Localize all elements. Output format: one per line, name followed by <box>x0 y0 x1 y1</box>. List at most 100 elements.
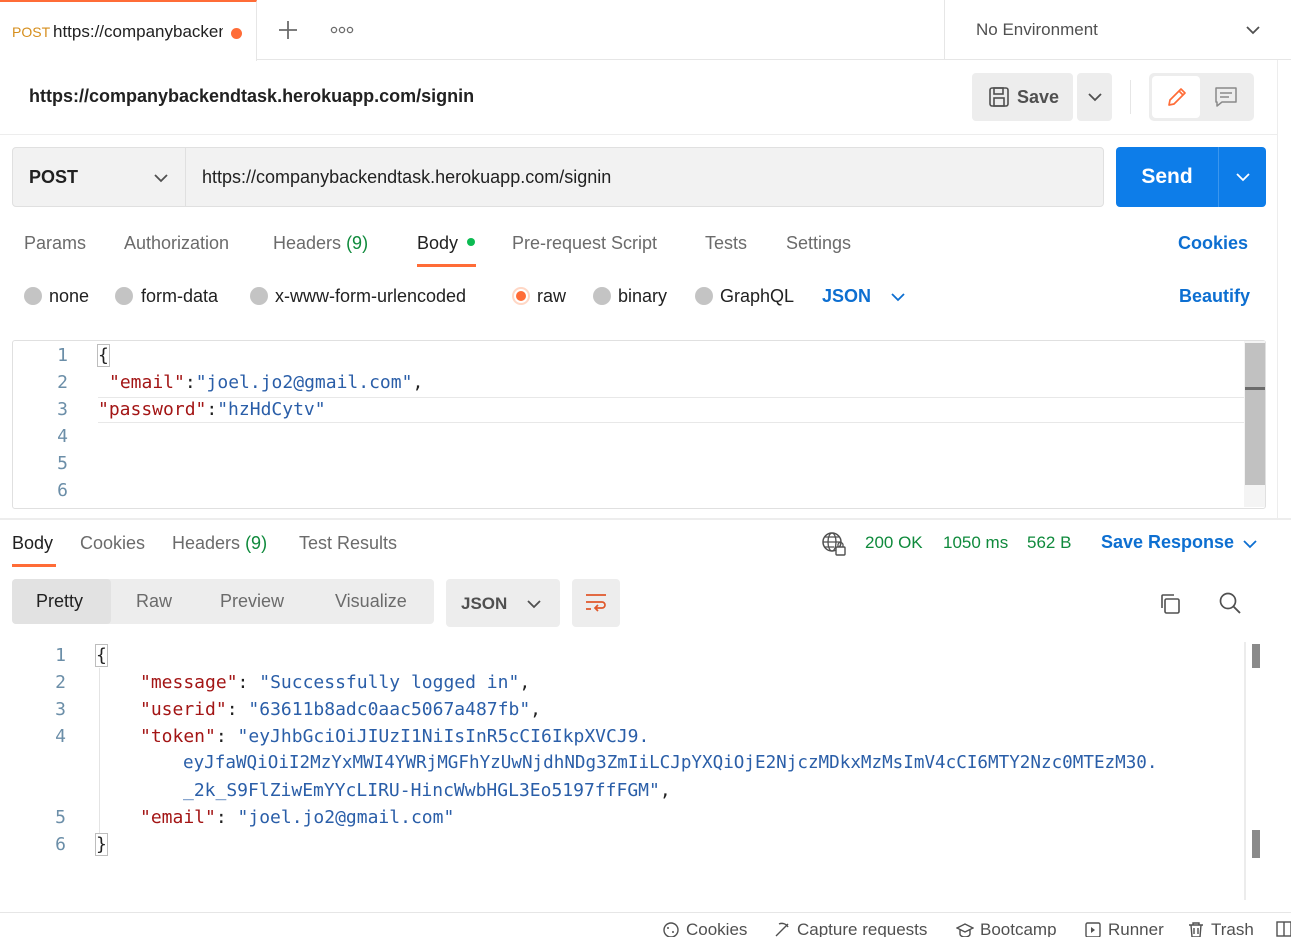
json-value-continued: _2k_S9FlZiwEmYYcLIRU-HincWwbHGL3Eo5197ff… <box>183 780 660 801</box>
footer-cookies[interactable]: Cookies <box>662 920 747 937</box>
pane-divider[interactable] <box>0 518 1291 520</box>
footer-runner-label: Runner <box>1108 920 1164 937</box>
request-title[interactable]: https://companybackendtask.herokuapp.com… <box>29 86 474 107</box>
json-key: "email" <box>109 372 185 393</box>
view-preview-button[interactable]: Preview <box>220 591 284 612</box>
view-visualize-button[interactable]: Visualize <box>335 591 407 612</box>
code-line: "token": "eyJhbGciOiJIUzI1NiIsInR5cCI6Ik… <box>140 726 650 747</box>
bootcamp-icon <box>955 923 975 937</box>
request-tab[interactable]: POST https://companybackendtask.herokuap… <box>0 0 257 61</box>
tab-authorization[interactable]: Authorization <box>124 233 229 254</box>
environment-selector[interactable]: No Environment <box>944 0 1291 60</box>
url-input[interactable] <box>185 147 1104 207</box>
response-tab-test-results[interactable]: Test Results <box>299 533 397 554</box>
json-key: "password" <box>98 399 207 420</box>
response-scrollbar[interactable] <box>1244 642 1246 900</box>
json-colon: : <box>184 372 196 393</box>
json-value: "joel.jo2@gmail.com" <box>195 372 413 393</box>
copy-icon[interactable] <box>1158 592 1182 616</box>
request-body-editor[interactable] <box>12 340 1266 509</box>
code-line: "email":"joel.jo2@gmail.com", <box>109 372 423 393</box>
footer-runner[interactable]: Runner <box>1084 920 1164 937</box>
scrollbar-marker <box>1252 644 1260 668</box>
save-response-button[interactable]: Save Response <box>1101 532 1234 553</box>
chevron-down-icon[interactable] <box>1242 538 1258 550</box>
save-dropdown-button[interactable] <box>1077 73 1112 121</box>
view-pretty-label[interactable]: Pretty <box>36 591 83 612</box>
chevron-down-icon <box>1236 173 1250 182</box>
radio-binary[interactable] <box>593 287 611 305</box>
radio-raw-label: raw <box>537 286 567 306</box>
layout-icon[interactable] <box>1276 921 1291 937</box>
json-key: "message" <box>140 672 238 693</box>
runner-icon <box>1085 922 1101 937</box>
json-key: "userid" <box>140 699 227 720</box>
response-format-select[interactable]: JSON <box>446 579 560 627</box>
response-tab-cookies[interactable]: Cookies <box>80 533 145 554</box>
chevron-down-icon <box>154 174 168 183</box>
more-tabs-icon[interactable] <box>330 26 354 34</box>
edit-mode-button[interactable] <box>1152 76 1200 118</box>
code-line: _2k_S9FlZiwEmYYcLIRU-HincWwbHGL3Eo5197ff… <box>183 780 671 801</box>
cookies-link[interactable]: Cookies <box>1178 233 1248 254</box>
radio-form-data[interactable] <box>115 287 133 305</box>
tab-body[interactable]: Body <box>417 233 458 254</box>
tab-tests[interactable]: Tests <box>705 233 747 254</box>
footer-trash[interactable]: Trash <box>1187 920 1254 937</box>
unsaved-dot-icon <box>231 28 242 39</box>
raw-format-select[interactable]: JSON <box>822 286 871 307</box>
view-raw-button[interactable]: Raw <box>136 591 172 612</box>
radio-urlencoded-label: x-www-form-urlencoded <box>275 286 467 306</box>
response-tab-body[interactable]: Body <box>12 533 53 554</box>
method-label: POST <box>29 167 79 187</box>
tab-params[interactable]: Params <box>24 233 86 254</box>
json-value: "63611b8adc0aac5067a487fb" <box>248 699 531 720</box>
method-selector[interactable]: POST <box>12 147 186 207</box>
send-button[interactable]: Send <box>1116 147 1218 207</box>
send-dropdown-button[interactable] <box>1218 147 1266 207</box>
save-button[interactable]: Save <box>972 73 1073 121</box>
tab-prerequest-script[interactable]: Pre-request Script <box>512 233 657 254</box>
response-size[interactable]: 562 B <box>1027 533 1071 553</box>
response-status[interactable]: 200 OK <box>865 533 923 553</box>
beautify-button[interactable]: Beautify <box>1179 286 1250 307</box>
footer-trash-label: Trash <box>1211 920 1254 937</box>
footer-capture-requests[interactable]: Capture requests <box>773 920 927 937</box>
line-number: 3 <box>55 699 66 720</box>
search-icon[interactable] <box>1218 591 1242 615</box>
new-tab-icon[interactable] <box>277 19 299 41</box>
tab-headers-label: Headers <box>273 233 342 253</box>
code-brace: } <box>95 833 108 856</box>
code-line: "message": "Successfully logged in", <box>140 672 531 693</box>
cookie-icon <box>663 922 679 937</box>
footer-bootcamp-label: Bootcamp <box>980 920 1057 937</box>
wrap-lines-button[interactable] <box>572 579 620 627</box>
code-line: "password":"hzHdCytv" <box>98 399 326 420</box>
scrollbar-marker <box>1245 387 1265 390</box>
response-tab-headers[interactable]: Headers (9) <box>172 533 267 554</box>
radio-raw[interactable] <box>512 287 530 305</box>
radio-urlencoded[interactable] <box>250 287 268 305</box>
scrollbar-thumb[interactable] <box>1245 343 1265 485</box>
tab-settings[interactable]: Settings <box>786 233 851 254</box>
divider <box>1130 80 1131 114</box>
comment-icon[interactable] <box>1214 86 1238 108</box>
tab-headers[interactable]: Headers (9) <box>273 233 368 254</box>
line-number: 5 <box>57 453 68 474</box>
tab-method: POST <box>12 24 51 40</box>
footer-bootcamp[interactable]: Bootcamp <box>955 920 1057 937</box>
line-number: 4 <box>57 426 68 447</box>
line-number: 2 <box>55 672 66 693</box>
chevron-down-icon[interactable] <box>890 291 906 303</box>
pencil-icon <box>1168 88 1186 106</box>
radio-none[interactable] <box>24 287 42 305</box>
json-value: "joel.jo2@gmail.com" <box>237 807 455 828</box>
globe-lock-icon[interactable] <box>821 531 847 557</box>
response-time[interactable]: 1050 ms <box>943 533 1008 553</box>
radio-graphql[interactable] <box>695 287 713 305</box>
active-tab-underline <box>417 264 476 267</box>
json-key: "token" <box>140 726 216 747</box>
line-number: 1 <box>57 345 68 366</box>
response-headers-count: (9) <box>245 533 268 553</box>
json-colon: : <box>206 399 218 420</box>
